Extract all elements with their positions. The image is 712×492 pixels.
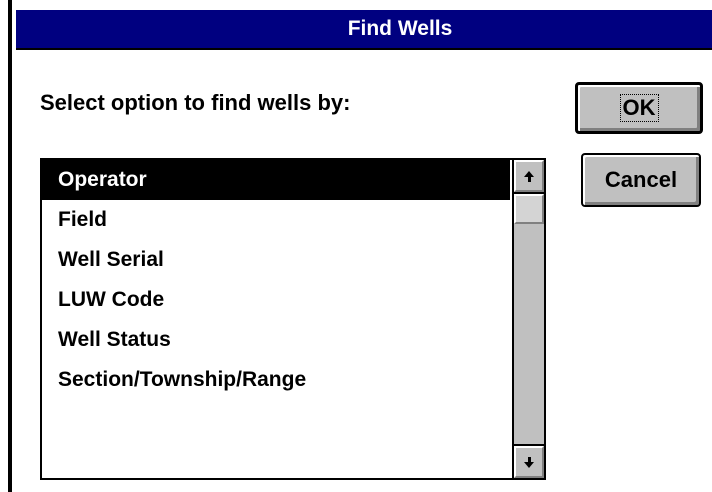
dialog-title: Find Wells [347,17,453,40]
list-item-section-township-range[interactable]: Section/Township/Range [42,360,510,400]
prompt-label: Select option to find wells by: [40,90,351,115]
list-item-operator[interactable]: Operator [42,160,510,200]
scroll-thumb[interactable] [514,194,544,224]
list-item-well-status[interactable]: Well Status [42,320,510,360]
list-items-container: Operator Field Well Serial LUW Code Well… [42,160,510,478]
list-item-luw-code[interactable]: LUW Code [42,280,510,320]
vertical-scrollbar[interactable] [512,160,544,478]
scroll-up-button[interactable] [514,160,544,192]
cancel-button[interactable]: Cancel [581,153,701,207]
ok-button[interactable]: OK [575,82,703,134]
scroll-down-button[interactable] [514,446,544,478]
list-item-well-serial[interactable]: Well Serial [42,240,510,280]
list-item-field[interactable]: Field [42,200,510,240]
scroll-track[interactable] [514,192,544,446]
find-option-listbox[interactable]: Operator Field Well Serial LUW Code Well… [40,158,546,480]
ok-button-label: OK [619,94,659,122]
arrow-up-icon [524,170,534,182]
title-bar[interactable]: Find Wells [16,8,712,50]
arrow-down-icon [524,456,534,468]
find-wells-dialog: Find Wells Select option to find wells b… [8,0,712,492]
